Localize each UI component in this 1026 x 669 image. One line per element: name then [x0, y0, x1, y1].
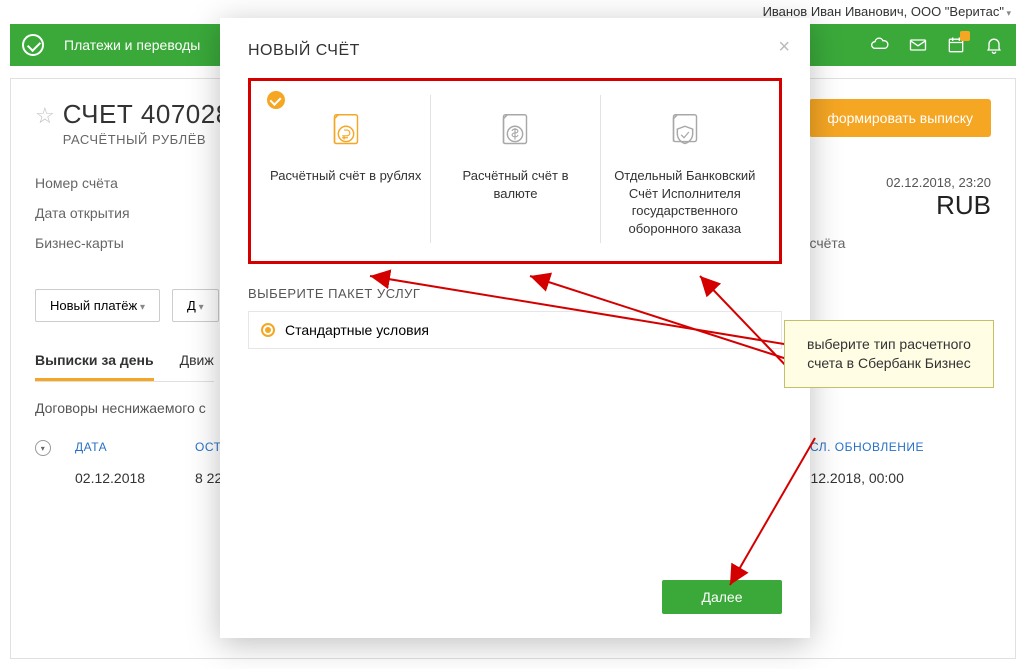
type-gov-account[interactable]: Отдельный Банковский Счёт Исполнителя го…: [600, 95, 769, 243]
close-icon[interactable]: ×: [778, 36, 790, 59]
page-subtitle: РАСЧЁТНЫЙ РУБЛЁВ: [63, 132, 231, 147]
cell-date: 02.12.2018: [75, 470, 195, 486]
tab-movements[interactable]: Движ: [180, 352, 214, 381]
col-date[interactable]: ДАТА: [75, 440, 195, 456]
cloud-icon[interactable]: [870, 35, 890, 55]
balance-amount: RUB: [936, 190, 991, 221]
type-fx-label: Расчётный счёт в валюте: [439, 167, 591, 202]
bell-icon[interactable]: [984, 35, 1004, 55]
menu-payments[interactable]: Платежи и переводы: [64, 37, 200, 53]
radio-selected-icon: [261, 323, 275, 337]
type-rub-account[interactable]: Расчётный счёт в рублях: [261, 95, 430, 243]
ruble-doc-icon: [321, 107, 371, 157]
package-standard-option[interactable]: Стандартные условия: [248, 311, 782, 349]
new-payment-button[interactable]: Новый платёж: [35, 289, 160, 322]
col-last-update[interactable]: ПОСЛ. ОБНОВЛЕНИЕ: [791, 440, 991, 456]
page-title: СЧЕТ 407028: [63, 99, 231, 130]
create-statement-button[interactable]: формировать выписку: [809, 99, 991, 137]
type-fx-account[interactable]: Расчётный счёт в валюте: [430, 95, 599, 243]
new-account-modal: НОВЫЙ СЧЁТ × Расчётный счёт в рублях Рас…: [220, 18, 810, 638]
account-type-selector: Расчётный счёт в рублях Расчётный счёт в…: [248, 78, 782, 264]
type-gov-label: Отдельный Банковский Счёт Исполнителя го…: [609, 167, 761, 237]
chevron-down-icon[interactable]: ▾: [35, 440, 51, 456]
label-open-date: Дата открытия: [35, 205, 215, 221]
hint-callout: выберите тип расчетного счета в Сбербанк…: [784, 320, 994, 388]
balance-timestamp: 02.12.2018, 23:20: [886, 175, 991, 190]
label-business-cards: Бизнес-карты: [35, 235, 215, 251]
sber-logo-icon: [22, 34, 44, 56]
user-name-dropdown[interactable]: Иванов Иван Иванович, ООО "Веритас": [763, 4, 1011, 19]
shield-doc-icon: [660, 107, 710, 157]
modal-title: НОВЫЙ СЧЁТ: [248, 42, 782, 60]
notification-badge: [960, 31, 970, 41]
dollar-doc-icon: [490, 107, 540, 157]
calendar-icon[interactable]: [946, 35, 966, 55]
star-icon[interactable]: ☆: [35, 103, 55, 129]
other-action-button[interactable]: Д: [172, 289, 219, 322]
package-standard-label: Стандартные условия: [285, 322, 429, 338]
cell-last-update: 02.12.2018, 00:00: [791, 470, 991, 486]
label-account-number: Номер счёта: [35, 175, 215, 191]
type-rub-label: Расчётный счёт в рублях: [269, 167, 422, 185]
mail-icon[interactable]: [908, 35, 928, 55]
check-icon: [267, 91, 285, 109]
next-button[interactable]: Далее: [662, 580, 782, 614]
tab-statements[interactable]: Выписки за день: [35, 352, 154, 381]
package-title: ВЫБЕРИТЕ ПАКЕТ УСЛУГ: [248, 286, 782, 301]
